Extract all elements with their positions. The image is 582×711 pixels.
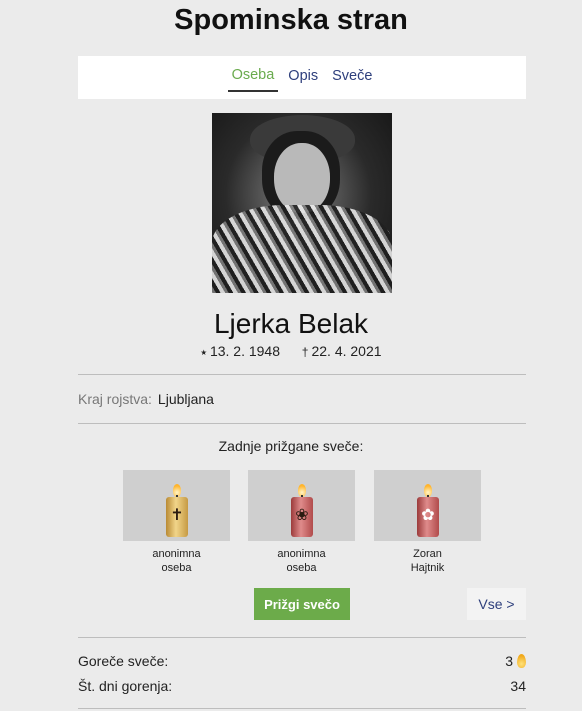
candle-image: ✝ bbox=[123, 470, 230, 541]
tab-oseba[interactable]: Oseba bbox=[227, 63, 279, 92]
candle-author: anonimna oseba bbox=[277, 548, 326, 574]
burning-days-label: Št. dni gorenja: bbox=[78, 678, 173, 694]
burning-candles-label: Goreče sveče: bbox=[78, 653, 169, 669]
candle-body: ❀ bbox=[291, 497, 313, 537]
all-candles-button[interactable]: Vse > bbox=[467, 588, 526, 620]
burning-candles-row: Goreče sveče: 3 bbox=[78, 653, 526, 669]
birthplace-value: Ljubljana bbox=[157, 391, 214, 407]
divider bbox=[78, 374, 526, 375]
candle-body: ✿ bbox=[417, 497, 439, 537]
rose-icon: ❀ bbox=[295, 507, 309, 524]
candle-image: ✿ bbox=[374, 470, 481, 541]
candle-author: Zoran Hajtnik bbox=[410, 548, 445, 574]
birthplace-label: Kraj rojstva: bbox=[78, 391, 152, 407]
candle-image: ❀ bbox=[248, 470, 355, 541]
portrait-photo bbox=[212, 113, 392, 293]
candle-card[interactable]: ✿ Zoran Hajtnik bbox=[374, 470, 481, 575]
light-candle-button[interactable]: Prižgi svečo bbox=[254, 588, 350, 620]
recent-candles-title: Zadnje prižgane sveče: bbox=[218, 438, 364, 454]
candle-author: anonimna oseba bbox=[152, 548, 201, 574]
burning-days-row: Št. dni gorenja: 34 bbox=[78, 678, 526, 694]
page-title: Spominska stran bbox=[174, 4, 408, 36]
flame-icon bbox=[517, 654, 526, 668]
tab-opis[interactable]: Opis bbox=[284, 64, 322, 91]
rose-icon: ✿ bbox=[421, 507, 435, 524]
candle-body: ✝ bbox=[166, 497, 188, 537]
divider bbox=[78, 637, 526, 638]
birth-date: 13. 2. 1948 bbox=[209, 343, 280, 359]
death-date: 22. 4. 2021 bbox=[311, 343, 382, 359]
tab-sveče[interactable]: Sveče bbox=[328, 64, 376, 91]
photo-fur-collar bbox=[212, 205, 392, 293]
candle-card[interactable]: ✝ anonimna oseba bbox=[123, 470, 230, 575]
candle-card[interactable]: ❀ anonimna oseba bbox=[248, 470, 355, 575]
life-dates: ⭑ 13. 2. 1948 † 22. 4. 2021 bbox=[0, 343, 582, 360]
divider bbox=[78, 423, 526, 424]
birth-star-icon: ⭑ bbox=[200, 345, 207, 359]
divider bbox=[78, 708, 526, 709]
burning-days-value: 34 bbox=[510, 678, 526, 694]
cross-icon: ✝ bbox=[170, 507, 184, 524]
death-cross-icon: † bbox=[301, 345, 309, 359]
person-name: Ljerka Belak bbox=[213, 308, 369, 339]
birthplace-row: Kraj rojstva: Ljubljana bbox=[78, 391, 214, 407]
burning-candles-count: 3 bbox=[505, 653, 526, 669]
tab-bar: Oseba Opis Sveče bbox=[78, 56, 526, 99]
photo-face bbox=[274, 143, 330, 213]
